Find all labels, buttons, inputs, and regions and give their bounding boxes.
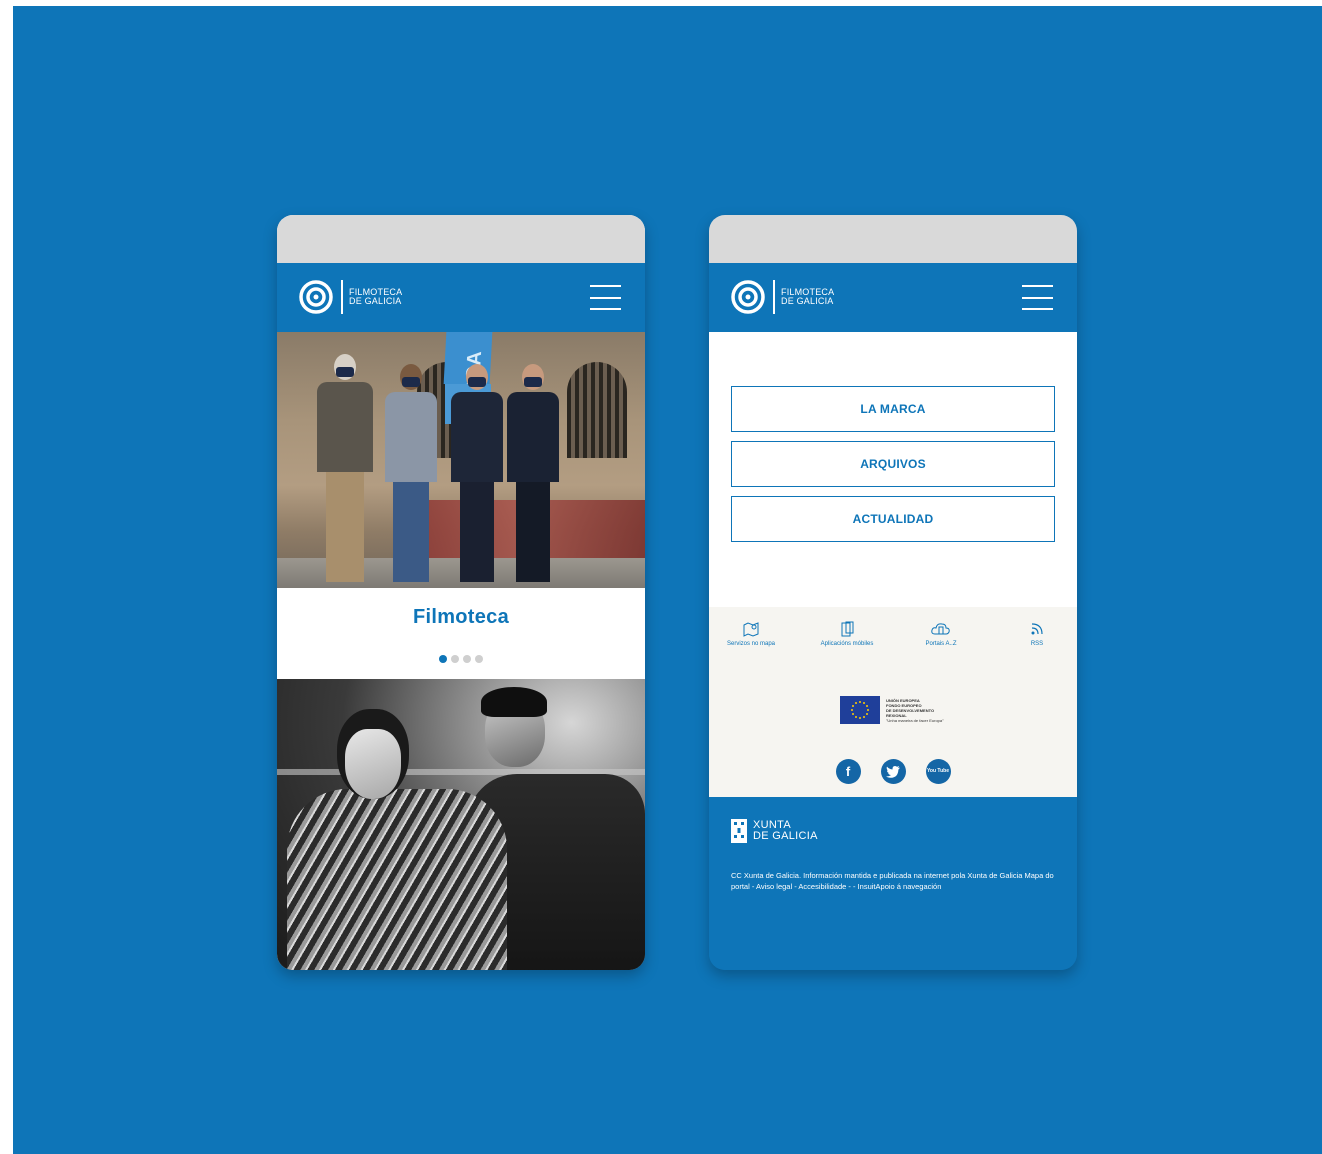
eu-flag-icon <box>840 696 880 724</box>
filmoteca-logo[interactable]: FILMOTECA DE GALICIA <box>731 280 834 314</box>
logo-divider <box>341 280 343 314</box>
service-map-label: Servizos no mapa <box>726 641 776 647</box>
carousel-dot-2[interactable] <box>451 655 459 663</box>
logo-line-2: DE GALICIA <box>781 296 834 306</box>
menu-item-la-marca[interactable]: LA MARCA <box>731 386 1055 432</box>
person-4 <box>507 364 559 582</box>
portal-cloud-icon <box>931 621 951 637</box>
service-mobile-apps[interactable]: Aplicacións móbiles <box>807 621 887 647</box>
person-3 <box>451 364 503 582</box>
twitter-icon[interactable] <box>880 759 906 784</box>
hamburger-menu-icon[interactable] <box>590 285 621 310</box>
youtube-icon[interactable]: You Tube <box>925 759 951 784</box>
filmoteca-ring-icon <box>299 280 333 314</box>
slide-title[interactable]: Filmoteca <box>277 588 645 629</box>
rss-icon <box>1029 621 1045 637</box>
phone-mockup-menu: FILMOTECA DE GALICIA LA MARCA ARQUIVOS A… <box>709 215 1077 970</box>
service-map[interactable]: Servizos no mapa <box>711 621 791 647</box>
eu-funding-logo: UNIÓN EUROPEA FONDO EUROPEO DE DESENVOLV… <box>840 696 944 724</box>
carousel-dot-3[interactable] <box>463 655 471 663</box>
logo-wordmark: FILMOTECA DE GALICIA <box>349 288 402 306</box>
carousel-dots <box>277 655 645 663</box>
logo-line-2: DE GALICIA <box>349 296 402 306</box>
services-section: Servizos no mapa Aplicacións móbiles Por… <box>709 607 1077 797</box>
person-1 <box>317 354 373 582</box>
filmoteca-ring-icon <box>731 280 765 314</box>
logo-wordmark: FILMOTECA DE GALICIA <box>781 288 834 306</box>
carousel-dot-1[interactable] <box>439 655 447 663</box>
logo-divider <box>773 280 775 314</box>
xunta-logo[interactable]: XUNTA DE GALICIA <box>731 819 818 843</box>
xunta-crest-icon <box>731 819 747 843</box>
service-portals-label: Portais A..Z <box>925 641 957 647</box>
facebook-icon[interactable]: f <box>835 759 861 784</box>
social-links: f You Tube <box>709 759 1077 784</box>
presentation-background <box>13 6 1322 1154</box>
filmoteca-logo[interactable]: FILMOTECA DE GALICIA <box>299 280 402 314</box>
hero-photo-press-event: CGA <box>277 332 645 588</box>
site-footer: XUNTA DE GALICIA CC Xunta de Galicia. In… <box>709 797 1077 970</box>
nav-menu: LA MARCA ARQUIVOS ACTUALIDAD <box>709 332 1077 607</box>
status-bar <box>709 215 1077 263</box>
service-portals[interactable]: Portais A..Z <box>901 621 981 647</box>
person-2 <box>385 364 437 582</box>
film-still-photo <box>277 679 645 970</box>
xunta-wordmark: XUNTA DE GALICIA <box>753 819 818 842</box>
hamburger-menu-icon[interactable] <box>1022 285 1053 310</box>
service-mobile-apps-label: Aplicacións móbiles <box>820 641 874 647</box>
map-pin-icon <box>743 621 759 637</box>
phone-mockup-home: FILMOTECA DE GALICIA CGA <box>277 215 645 970</box>
carousel-dot-4[interactable] <box>475 655 483 663</box>
menu-item-actualidad[interactable]: ACTUALIDAD <box>731 496 1055 542</box>
footer-legal-text: CC Xunta de Galicia. Información mantida… <box>731 871 1054 891</box>
slide-caption: Filmoteca <box>277 588 645 679</box>
service-rss-label: RSS <box>1030 641 1044 647</box>
site-header: FILMOTECA DE GALICIA <box>709 263 1077 332</box>
menu-item-arquivos[interactable]: ARQUIVOS <box>731 441 1055 487</box>
site-header: FILMOTECA DE GALICIA <box>277 263 645 332</box>
status-bar <box>277 215 645 263</box>
service-rss[interactable]: RSS <box>997 621 1077 647</box>
eu-text: UNIÓN EUROPEA FONDO EUROPEO DE DESENVOLV… <box>886 697 944 723</box>
mobile-apps-icon <box>839 621 855 637</box>
